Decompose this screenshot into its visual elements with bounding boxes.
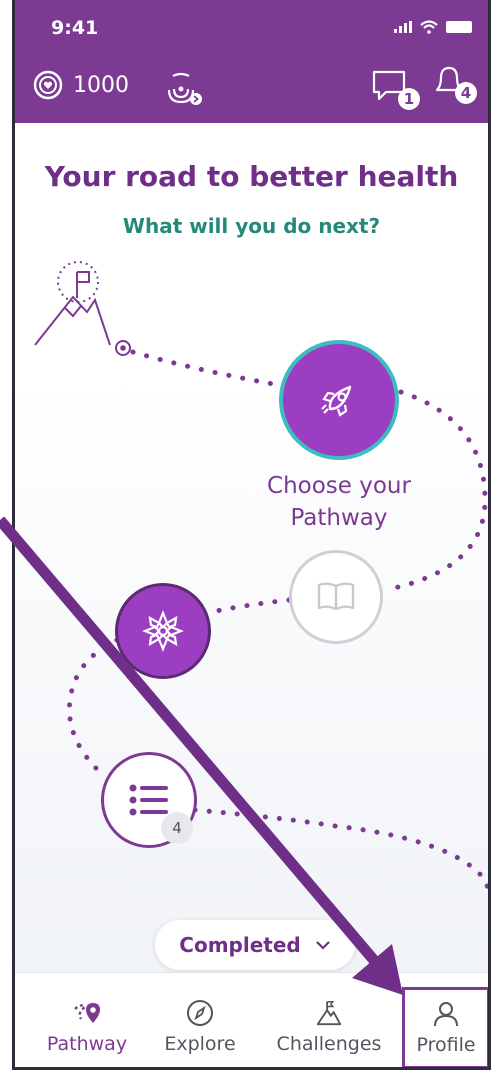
tab-challenges[interactable]: Challenges xyxy=(265,973,393,1067)
app-screen: 9:41 1000 1 4 Your road to better health… xyxy=(12,0,491,1070)
book-icon xyxy=(317,582,355,611)
mountain-icon xyxy=(316,1001,342,1026)
bottom-tab-bar: Pathway Explore Challenges Profile xyxy=(15,972,488,1067)
current-node-label: Choose your Pathway xyxy=(267,473,411,531)
summit-mountain-icon xyxy=(34,261,131,356)
tab-label: Challenges xyxy=(276,1033,382,1055)
list-icon xyxy=(129,784,168,816)
tab-label: Profile xyxy=(416,1034,476,1056)
pathway-trail xyxy=(34,261,488,898)
tab-explore[interactable]: Explore xyxy=(150,973,250,1067)
pathway-node-current[interactable] xyxy=(279,340,399,460)
person-icon xyxy=(434,1002,458,1027)
completed-dropdown[interactable]: Completed xyxy=(155,920,355,970)
pathway-node-learn[interactable] xyxy=(289,550,383,644)
tab-label: Pathway xyxy=(46,1033,128,1055)
tab-profile[interactable]: Profile xyxy=(402,987,488,1067)
tasks-count-badge: 4 xyxy=(161,812,193,844)
pathway-node-mindfulness[interactable] xyxy=(115,583,211,679)
tab-label: Explore xyxy=(164,1033,236,1055)
completed-label: Completed xyxy=(179,933,301,957)
compass-icon xyxy=(187,1000,213,1026)
pathway-icon xyxy=(74,1003,100,1023)
chevron-down-icon xyxy=(315,941,330,950)
flower-icon xyxy=(142,610,184,652)
rocket-icon xyxy=(321,385,352,417)
tab-pathway[interactable]: Pathway xyxy=(37,973,137,1067)
